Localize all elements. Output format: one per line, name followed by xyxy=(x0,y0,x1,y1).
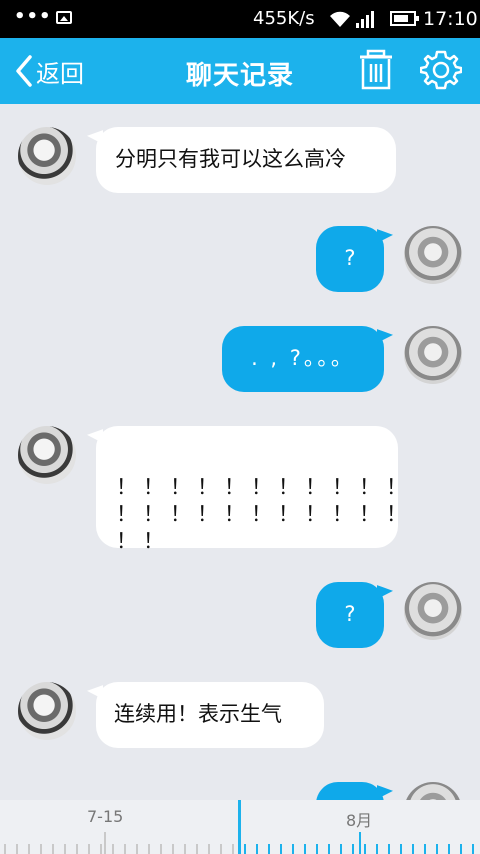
timeline-tick xyxy=(76,844,78,854)
wifi-icon xyxy=(330,11,350,27)
timeline-tick xyxy=(208,844,210,854)
timeline-cursor[interactable] xyxy=(238,800,241,854)
timeline-tick xyxy=(352,844,354,854)
timeline-tick xyxy=(232,844,234,854)
timeline-tick xyxy=(424,844,426,854)
timeline-tick xyxy=(472,844,474,854)
timeline-tick xyxy=(16,844,18,854)
timeline-tick xyxy=(400,844,402,854)
gear-icon xyxy=(419,50,463,90)
date-marker xyxy=(104,832,106,854)
message-text: . , ?。。。 xyxy=(251,346,355,370)
timeline-tick xyxy=(436,844,438,854)
timeline-tick xyxy=(328,844,330,854)
notification-dots: ••• xyxy=(14,6,52,27)
message-text: ? xyxy=(344,246,356,270)
contact-avatar[interactable] xyxy=(18,682,76,740)
timeline-tick xyxy=(304,844,306,854)
battery-icon xyxy=(390,11,419,26)
network-speed: 455K/s xyxy=(253,8,315,29)
timeline-tick xyxy=(112,844,114,854)
chat-history[interactable]: 分明只有我可以这么高冷 ? . , ?。。。 ！！！！！！！！！！！ ！！！！！… xyxy=(0,104,480,800)
outgoing-message[interactable]: ? xyxy=(316,582,384,648)
settings-button[interactable] xyxy=(419,49,463,95)
timeline-label: 7-15 xyxy=(87,807,124,826)
delete-button[interactable] xyxy=(356,49,396,95)
timeline-tick xyxy=(148,844,150,854)
incoming-message[interactable]: ！！！！！！！！！！！ ！！！！！！！！！！！ ！！ xyxy=(96,426,407,553)
my-avatar[interactable] xyxy=(404,226,462,284)
timeline-tick xyxy=(4,844,6,854)
timeline-tick xyxy=(460,844,462,854)
timeline-tick xyxy=(292,844,294,854)
signal-icon xyxy=(356,11,374,28)
contact-avatar[interactable] xyxy=(18,127,76,185)
timeline-tick xyxy=(52,844,54,854)
date-marker xyxy=(359,832,361,854)
timeline-tick xyxy=(268,844,270,854)
timeline-tick xyxy=(256,844,258,854)
timeline-tick xyxy=(280,844,282,854)
timeline-tick xyxy=(244,844,246,854)
timeline-tick xyxy=(184,844,186,854)
outgoing-message[interactable]: ? xyxy=(316,226,384,292)
timeline-tick xyxy=(376,844,378,854)
status-bar: ••• 455K/s 17:10 xyxy=(0,0,480,38)
timeline-label: 8月 xyxy=(346,811,373,830)
timeline-tick xyxy=(448,844,450,854)
timeline-tick xyxy=(88,844,90,854)
timeline-tick xyxy=(160,844,162,854)
page-title: 聊天记录 xyxy=(185,61,294,91)
timeline-tick xyxy=(124,844,126,854)
message-text: 连续用！表示生气 xyxy=(114,702,282,726)
trash-icon xyxy=(360,49,392,90)
timeline-tick xyxy=(100,844,102,854)
timeline-tick xyxy=(316,844,318,854)
my-avatar[interactable] xyxy=(404,582,462,640)
outgoing-message[interactable] xyxy=(316,782,384,800)
outgoing-message[interactable]: . , ?。。。 xyxy=(222,326,384,392)
date-timeline[interactable]: 7-15 8月 xyxy=(0,800,480,854)
contact-avatar[interactable] xyxy=(18,426,76,484)
timeline-tick xyxy=(388,844,390,854)
image-notification-icon xyxy=(56,11,72,24)
timeline-tick xyxy=(196,844,198,854)
incoming-message[interactable]: 分明只有我可以这么高冷 xyxy=(96,127,396,193)
message-text: ? xyxy=(344,602,356,626)
timeline-tick xyxy=(40,844,42,854)
my-avatar[interactable] xyxy=(404,782,462,800)
timeline-tick xyxy=(64,844,66,854)
title-bar: 返回 聊天记录 xyxy=(0,38,480,104)
timeline-tick xyxy=(28,844,30,854)
message-text: ！！！！！！！！！！！ ！！！！！！！！！！！ ！！ xyxy=(116,475,413,553)
timeline-tick xyxy=(136,844,138,854)
timeline-tick xyxy=(412,844,414,854)
timeline-tick xyxy=(172,844,174,854)
clock: 17:10 xyxy=(423,8,478,30)
incoming-message[interactable]: 连续用！表示生气 xyxy=(96,682,324,748)
timeline-tick xyxy=(364,844,366,854)
timeline-tick xyxy=(340,844,342,854)
my-avatar[interactable] xyxy=(404,326,462,384)
message-text: 分明只有我可以这么高冷 xyxy=(115,147,346,171)
timeline-tick xyxy=(220,844,222,854)
